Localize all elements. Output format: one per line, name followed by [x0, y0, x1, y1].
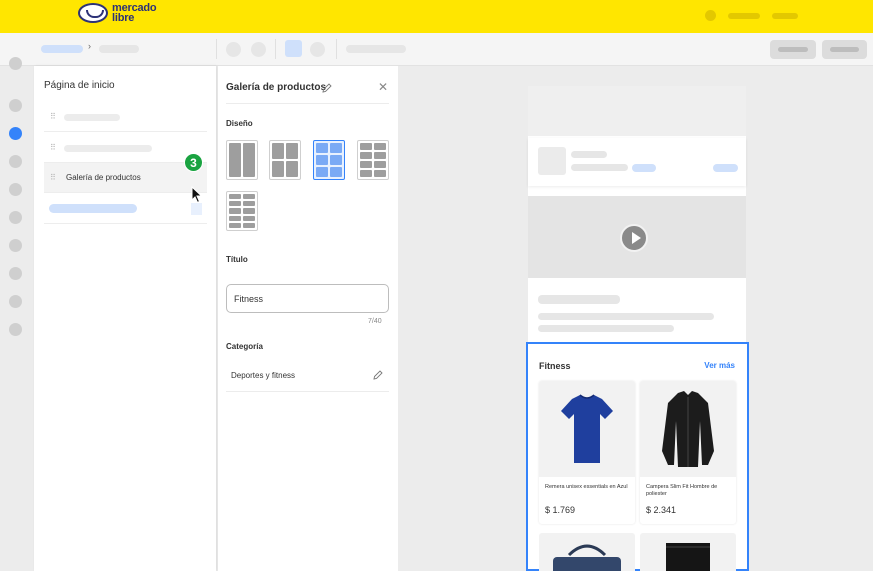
rail-item-icon[interactable] — [9, 267, 22, 280]
title-char-counter: 7/40 — [368, 318, 382, 325]
rail-item-icon[interactable] — [9, 295, 22, 308]
section-label-placeholder — [64, 145, 152, 152]
undo-icon[interactable] — [226, 42, 241, 57]
bag-icon — [553, 544, 621, 571]
follow-placeholder[interactable] — [632, 164, 656, 172]
text-heading-placeholder — [538, 295, 620, 304]
product-image — [640, 381, 736, 477]
toolbar-divider — [336, 39, 337, 59]
layout-option-3x3-selected[interactable] — [313, 140, 345, 180]
product-card[interactable] — [640, 533, 736, 571]
drag-handle-icon[interactable]: ⠿ — [50, 174, 56, 182]
redo-icon[interactable] — [251, 42, 266, 57]
text-line-placeholder — [538, 325, 674, 332]
page-sections-panel: Página de inicio ⠿ ⠿ ⠿ Galería de produc… — [34, 66, 216, 571]
step-badge: 3 — [184, 153, 203, 172]
left-rail — [0, 57, 34, 571]
gallery-title: Fitness — [539, 361, 571, 371]
preview-canvas: Fitness Ver más Remera unisex essentials… — [398, 66, 873, 571]
mouse-cursor-icon — [191, 186, 203, 204]
publish-button[interactable] — [822, 40, 867, 59]
design-label: Diseño — [226, 119, 253, 128]
add-section-placeholder[interactable] — [49, 204, 137, 213]
add-section-row[interactable] — [44, 194, 207, 224]
preview-button[interactable] — [770, 40, 816, 59]
section-row[interactable]: ⠿ — [44, 133, 207, 163]
section-label-placeholder — [64, 114, 120, 121]
store-info-placeholder — [571, 164, 628, 171]
layout-option-3x4[interactable] — [357, 140, 389, 180]
properties-panel: Galería de productos ✕ Diseño Título Fit… — [218, 66, 398, 571]
rail-item-icon[interactable] — [9, 57, 22, 70]
breadcrumb-current[interactable] — [99, 45, 139, 53]
breadcrumb-root[interactable] — [41, 45, 83, 53]
section-row-label: Galería de productos — [66, 173, 141, 182]
jacket-icon — [662, 391, 714, 467]
rail-item-icon[interactable] — [9, 99, 22, 112]
section-row-selected[interactable]: ⠿ Galería de productos — [44, 163, 207, 193]
shorts-icon — [666, 543, 710, 571]
section-row[interactable]: ⠿ — [44, 102, 207, 132]
layout-option-2-columns[interactable] — [226, 140, 258, 180]
rail-item-icon[interactable] — [9, 211, 22, 224]
product-gallery-section[interactable]: Fitness Ver más Remera unisex essentials… — [526, 342, 749, 571]
banner-placeholder — [528, 86, 746, 136]
edit-category-pencil-icon[interactable] — [373, 370, 383, 380]
product-name: Campera Slim Fit Hombre de poliester — [646, 484, 718, 497]
edit-title-pencil-icon[interactable] — [322, 83, 332, 93]
editor-toolbar: › — [0, 33, 873, 66]
product-card[interactable]: Remera unisex essentials en Azul $ 1.769 — [539, 381, 635, 524]
product-price: $ 2.341 — [646, 505, 677, 515]
toolbar-divider — [275, 39, 276, 59]
toolbar-divider — [216, 39, 217, 59]
user-name-placeholder — [728, 12, 760, 19]
drag-handle-icon[interactable]: ⠿ — [50, 113, 56, 121]
divider — [226, 103, 389, 104]
top-header: mercado libre — [0, 0, 873, 33]
store-logo-placeholder — [538, 147, 566, 175]
status-placeholder — [346, 45, 406, 53]
mobile-view-icon[interactable] — [310, 42, 325, 57]
page-panel-title: Página de inicio — [44, 80, 115, 91]
product-name: Remera unisex essentials en Azul — [545, 484, 628, 490]
product-card[interactable] — [539, 533, 635, 571]
category-row[interactable]: Deportes y fitness — [226, 362, 389, 392]
breadcrumb-chevron-icon: › — [88, 41, 91, 51]
desktop-view-icon[interactable] — [285, 40, 302, 57]
play-icon[interactable] — [620, 224, 648, 252]
title-label: Título — [226, 255, 248, 264]
title-input[interactable]: Fitness — [226, 284, 389, 313]
logo-text-line2: libre — [112, 12, 135, 24]
handshake-icon — [78, 3, 108, 23]
product-image — [539, 381, 635, 477]
share-placeholder[interactable] — [713, 164, 738, 172]
close-icon[interactable]: ✕ — [378, 81, 388, 93]
add-icon[interactable] — [191, 203, 202, 215]
rail-item-sections-icon[interactable] — [9, 127, 22, 140]
rail-item-icon[interactable] — [9, 323, 22, 336]
properties-title: Galería de productos — [226, 82, 327, 93]
menu-placeholder[interactable] — [772, 12, 798, 19]
drag-handle-icon[interactable]: ⠿ — [50, 144, 56, 152]
rail-item-icon[interactable] — [9, 155, 22, 168]
category-value: Deportes y fitness — [231, 371, 296, 380]
product-card[interactable]: Campera Slim Fit Hombre de poliester $ 2… — [640, 381, 736, 524]
see-more-link[interactable]: Ver más — [704, 361, 735, 370]
text-line-placeholder — [538, 313, 714, 320]
store-name-placeholder — [571, 151, 607, 158]
layout-option-2x2[interactable] — [269, 140, 301, 180]
user-menu[interactable] — [705, 10, 798, 21]
rail-item-icon[interactable] — [9, 239, 22, 252]
product-price: $ 1.769 — [545, 505, 576, 515]
layout-option-3x5[interactable] — [226, 191, 258, 231]
mercadolibre-logo[interactable]: mercado libre — [78, 3, 157, 24]
tshirt-icon — [561, 394, 613, 463]
category-label: Categoría — [226, 342, 263, 351]
user-avatar[interactable] — [705, 10, 716, 21]
rail-item-icon[interactable] — [9, 183, 22, 196]
